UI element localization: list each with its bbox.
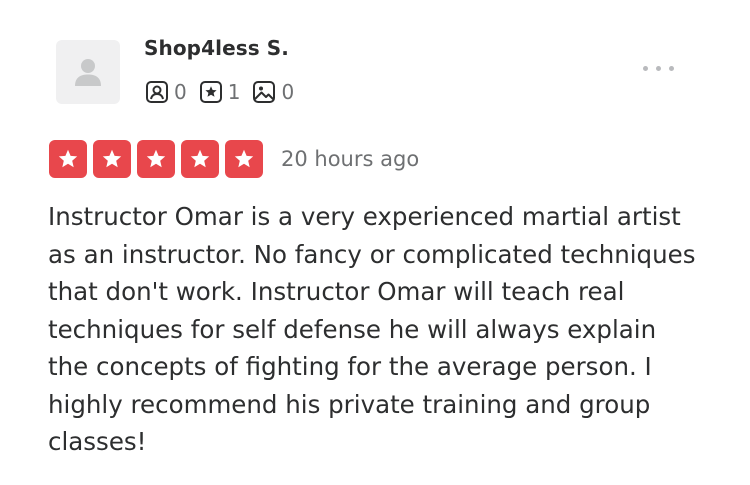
review-card: Shop4less S. 0 1 0 20 hours ago Instruct… bbox=[0, 0, 750, 485]
dot-icon bbox=[655, 65, 661, 71]
star-icon bbox=[190, 149, 210, 168]
review-text: Instructor Omar is a very experienced ma… bbox=[48, 202, 696, 456]
star-icon bbox=[58, 149, 78, 168]
rating-star bbox=[93, 140, 131, 178]
user-name[interactable]: Shop4less S. bbox=[144, 34, 289, 62]
rating-star bbox=[181, 140, 219, 178]
friends-icon bbox=[146, 81, 168, 103]
more-options-button[interactable] bbox=[634, 58, 682, 78]
rating-star bbox=[225, 140, 263, 178]
photo-icon bbox=[253, 81, 276, 103]
star-icon bbox=[102, 149, 122, 168]
dot-icon bbox=[668, 65, 674, 71]
star-rating bbox=[49, 140, 269, 178]
star-icon bbox=[234, 149, 254, 168]
user-avatar[interactable] bbox=[56, 40, 120, 104]
star-icon bbox=[146, 149, 166, 168]
friends-stat: 0 bbox=[145, 80, 187, 104]
reviews-count: 1 bbox=[227, 80, 241, 104]
user-stats: 0 1 0 bbox=[145, 78, 306, 106]
rating-star bbox=[49, 140, 87, 178]
reviews-stat: 1 bbox=[199, 80, 241, 104]
review-star-icon bbox=[199, 81, 222, 103]
friends-count: 0 bbox=[174, 80, 187, 104]
default-user-avatar-icon bbox=[75, 59, 101, 86]
review-time: 20 hours ago bbox=[281, 147, 420, 171]
rating-star bbox=[137, 140, 175, 178]
photos-count: 0 bbox=[281, 80, 295, 104]
photos-stat: 0 bbox=[252, 80, 294, 104]
dot-icon bbox=[642, 65, 648, 71]
